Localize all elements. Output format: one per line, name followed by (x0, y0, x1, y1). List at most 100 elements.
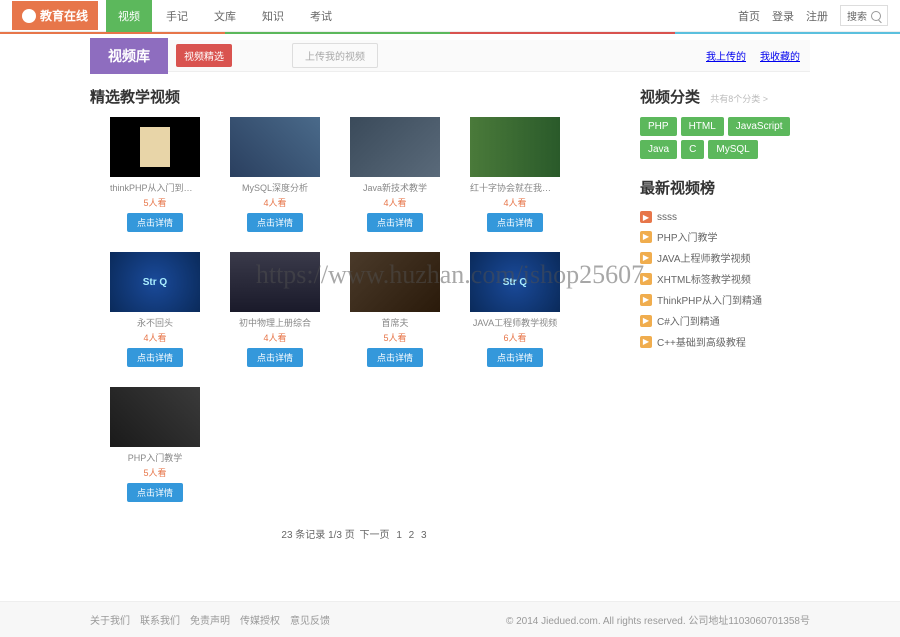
link-login[interactable]: 登录 (772, 8, 794, 24)
video-card[interactable]: MySQL深度分析 4人看 点击详情 (230, 117, 320, 232)
category-sub[interactable]: 共有8个分类 > (710, 94, 768, 104)
video-title: JAVA工程师教学视频 (470, 316, 560, 329)
play-icon: ▶ (640, 273, 652, 285)
video-thumb[interactable] (470, 117, 560, 177)
latest-item[interactable]: ▶ ThinkPHP从入门到精通 (640, 289, 810, 310)
tag[interactable]: HTML (681, 117, 724, 136)
video-thumb[interactable]: Str Q (470, 252, 560, 312)
video-count: 4人看 (350, 196, 440, 209)
video-thumb[interactable] (350, 252, 440, 312)
logo[interactable]: 教育在线 (12, 1, 98, 30)
latest-item[interactable]: ▶XHTML标签教学视频 (640, 268, 810, 289)
tag[interactable]: MySQL (708, 140, 757, 159)
link-home[interactable]: 首页 (738, 8, 760, 24)
latest-item[interactable]: ▶C++基础到高级教程 (640, 331, 810, 352)
play-icon: ▶ (640, 336, 652, 348)
right-nav: 首页 登录 注册 搜索 (738, 5, 888, 26)
play-icon: ▶ (640, 231, 652, 243)
link-my-uploads[interactable]: 我上传的 (706, 48, 746, 63)
latest-item[interactable]: ▶ssss (640, 208, 810, 226)
latest-title: 最新视频榜 (640, 177, 810, 198)
latest-label: PHP入门教学 (657, 229, 718, 244)
upload-button[interactable]: 上传我的视频 (292, 43, 378, 68)
tag[interactable]: C (681, 140, 704, 159)
logo-icon (22, 9, 36, 23)
video-title: Java新技术教学 (350, 181, 440, 194)
video-thumb[interactable] (230, 252, 320, 312)
nav-knowledge[interactable]: 知识 (250, 0, 296, 32)
video-card[interactable]: 红十字协会就在我们不离 4人看 点击详情 (470, 117, 560, 232)
nav-exam[interactable]: 考试 (298, 0, 344, 32)
tag-list: PHPHTMLJavaScript JavaCMySQL (640, 117, 810, 159)
detail-button[interactable]: 点击详情 (367, 213, 423, 232)
latest-label: ThinkPHP从入门到精通 (657, 292, 762, 307)
video-title: MySQL深度分析 (230, 181, 320, 194)
video-count: 4人看 (470, 196, 560, 209)
featured-button[interactable]: 视频精选 (176, 44, 232, 67)
video-card[interactable]: Str Q 永不回头 4人看 点击详情 (110, 252, 200, 367)
header-links: 我上传的 我收藏的 (706, 48, 810, 63)
latest-list: ▶ssss▶PHP入门教学▶JAVA上程师教学视频▶XHTML标签教学视频▶Th… (640, 208, 810, 352)
latest-item[interactable]: ▶C#入门到精通 (640, 310, 810, 331)
detail-button[interactable]: 点击详情 (127, 213, 183, 232)
tag[interactable]: PHP (640, 117, 677, 136)
copyright: © 2014 Jiedued.com. All rights reserved.… (506, 612, 810, 627)
latest-label: C#入门到精通 (657, 313, 720, 328)
detail-button[interactable]: 点击详情 (487, 348, 543, 367)
link-register[interactable]: 注册 (806, 8, 828, 24)
pagination-next[interactable]: 下一页 (360, 530, 390, 541)
nav-video[interactable]: 视频 (106, 0, 152, 32)
video-count: 4人看 (230, 331, 320, 344)
latest-item[interactable]: ▶ PHP入门教学 (640, 226, 810, 247)
video-card[interactable]: Str Q JAVA工程师教学视频 6人看 点击详情 (470, 252, 560, 367)
page-title: 视频库 (90, 38, 168, 74)
container: 视频库 视频精选 上传我的视频 我上传的 我收藏的 精选教学视频 thinkPH… (90, 34, 810, 581)
video-thumb[interactable] (350, 117, 440, 177)
latest-label: JAVA上程师教学视频 (657, 250, 751, 265)
video-card[interactable]: 首席夫 5人看 点击详情 (350, 252, 440, 367)
pagination: 23 条记录 1/3 页 下一页 1 2 3 (90, 526, 620, 541)
footer-link[interactable]: 关于我们 (90, 612, 130, 627)
video-count: 4人看 (230, 196, 320, 209)
video-count: 5人看 (110, 196, 200, 209)
logo-text: 教育在线 (40, 7, 88, 24)
footer-link[interactable]: 传媒授权 (240, 612, 280, 627)
search-icon[interactable] (871, 11, 881, 21)
topbar: 教育在线 视频 手记 文库 知识 考试 首页 登录 注册 搜索 (0, 0, 900, 32)
latest-item[interactable]: ▶JAVA上程师教学视频 (640, 247, 810, 268)
nav-library[interactable]: 文库 (202, 0, 248, 32)
detail-button[interactable]: 点击详情 (127, 483, 183, 502)
tag[interactable]: Java (640, 140, 677, 159)
detail-button[interactable]: 点击详情 (367, 348, 423, 367)
footer-link[interactable]: 免责声明 (190, 612, 230, 627)
page-1[interactable]: 1 (396, 530, 402, 541)
page-3[interactable]: 3 (421, 530, 427, 541)
video-title: thinkPHP从入门到精通 (110, 181, 200, 194)
video-count: 5人看 (110, 466, 200, 479)
link-my-favorites[interactable]: 我收藏的 (760, 48, 800, 63)
video-thumb[interactable]: Str Q (110, 252, 200, 312)
search-box[interactable]: 搜索 (840, 5, 888, 26)
video-card[interactable]: 初中物理上册综合 4人看 点击详情 (230, 252, 320, 367)
video-title: 红十字协会就在我们不离 (470, 181, 560, 194)
video-card[interactable]: PHP入门教学 5人看 点击详情 (110, 387, 200, 502)
detail-button[interactable]: 点击详情 (487, 213, 543, 232)
page-2[interactable]: 2 (409, 530, 415, 541)
detail-button[interactable]: 点击详情 (127, 348, 183, 367)
footer: 关于我们联系我们免责声明传媒授权意见反馈 © 2014 Jiedued.com.… (0, 601, 900, 637)
video-thumb[interactable] (230, 117, 320, 177)
detail-button[interactable]: 点击详情 (247, 213, 303, 232)
video-card[interactable]: thinkPHP从入门到精通 5人看 点击详情 (110, 117, 200, 232)
detail-button[interactable]: 点击详情 (247, 348, 303, 367)
footer-link[interactable]: 联系我们 (140, 612, 180, 627)
video-thumb[interactable] (110, 387, 200, 447)
latest-label: ssss (657, 212, 677, 223)
left-column: 精选教学视频 thinkPHP从入门到精通 5人看 点击详情 MySQL深度分析… (90, 86, 620, 581)
video-card[interactable]: Java新技术教学 4人看 点击详情 (350, 117, 440, 232)
footer-link[interactable]: 意见反馈 (290, 612, 330, 627)
tag[interactable]: JavaScript (728, 117, 791, 136)
video-grid: thinkPHP从入门到精通 5人看 点击详情 MySQL深度分析 4人看 点击… (90, 117, 620, 502)
play-icon: ▶ (640, 294, 652, 306)
nav-notes[interactable]: 手记 (154, 0, 200, 32)
video-thumb[interactable] (110, 117, 200, 177)
